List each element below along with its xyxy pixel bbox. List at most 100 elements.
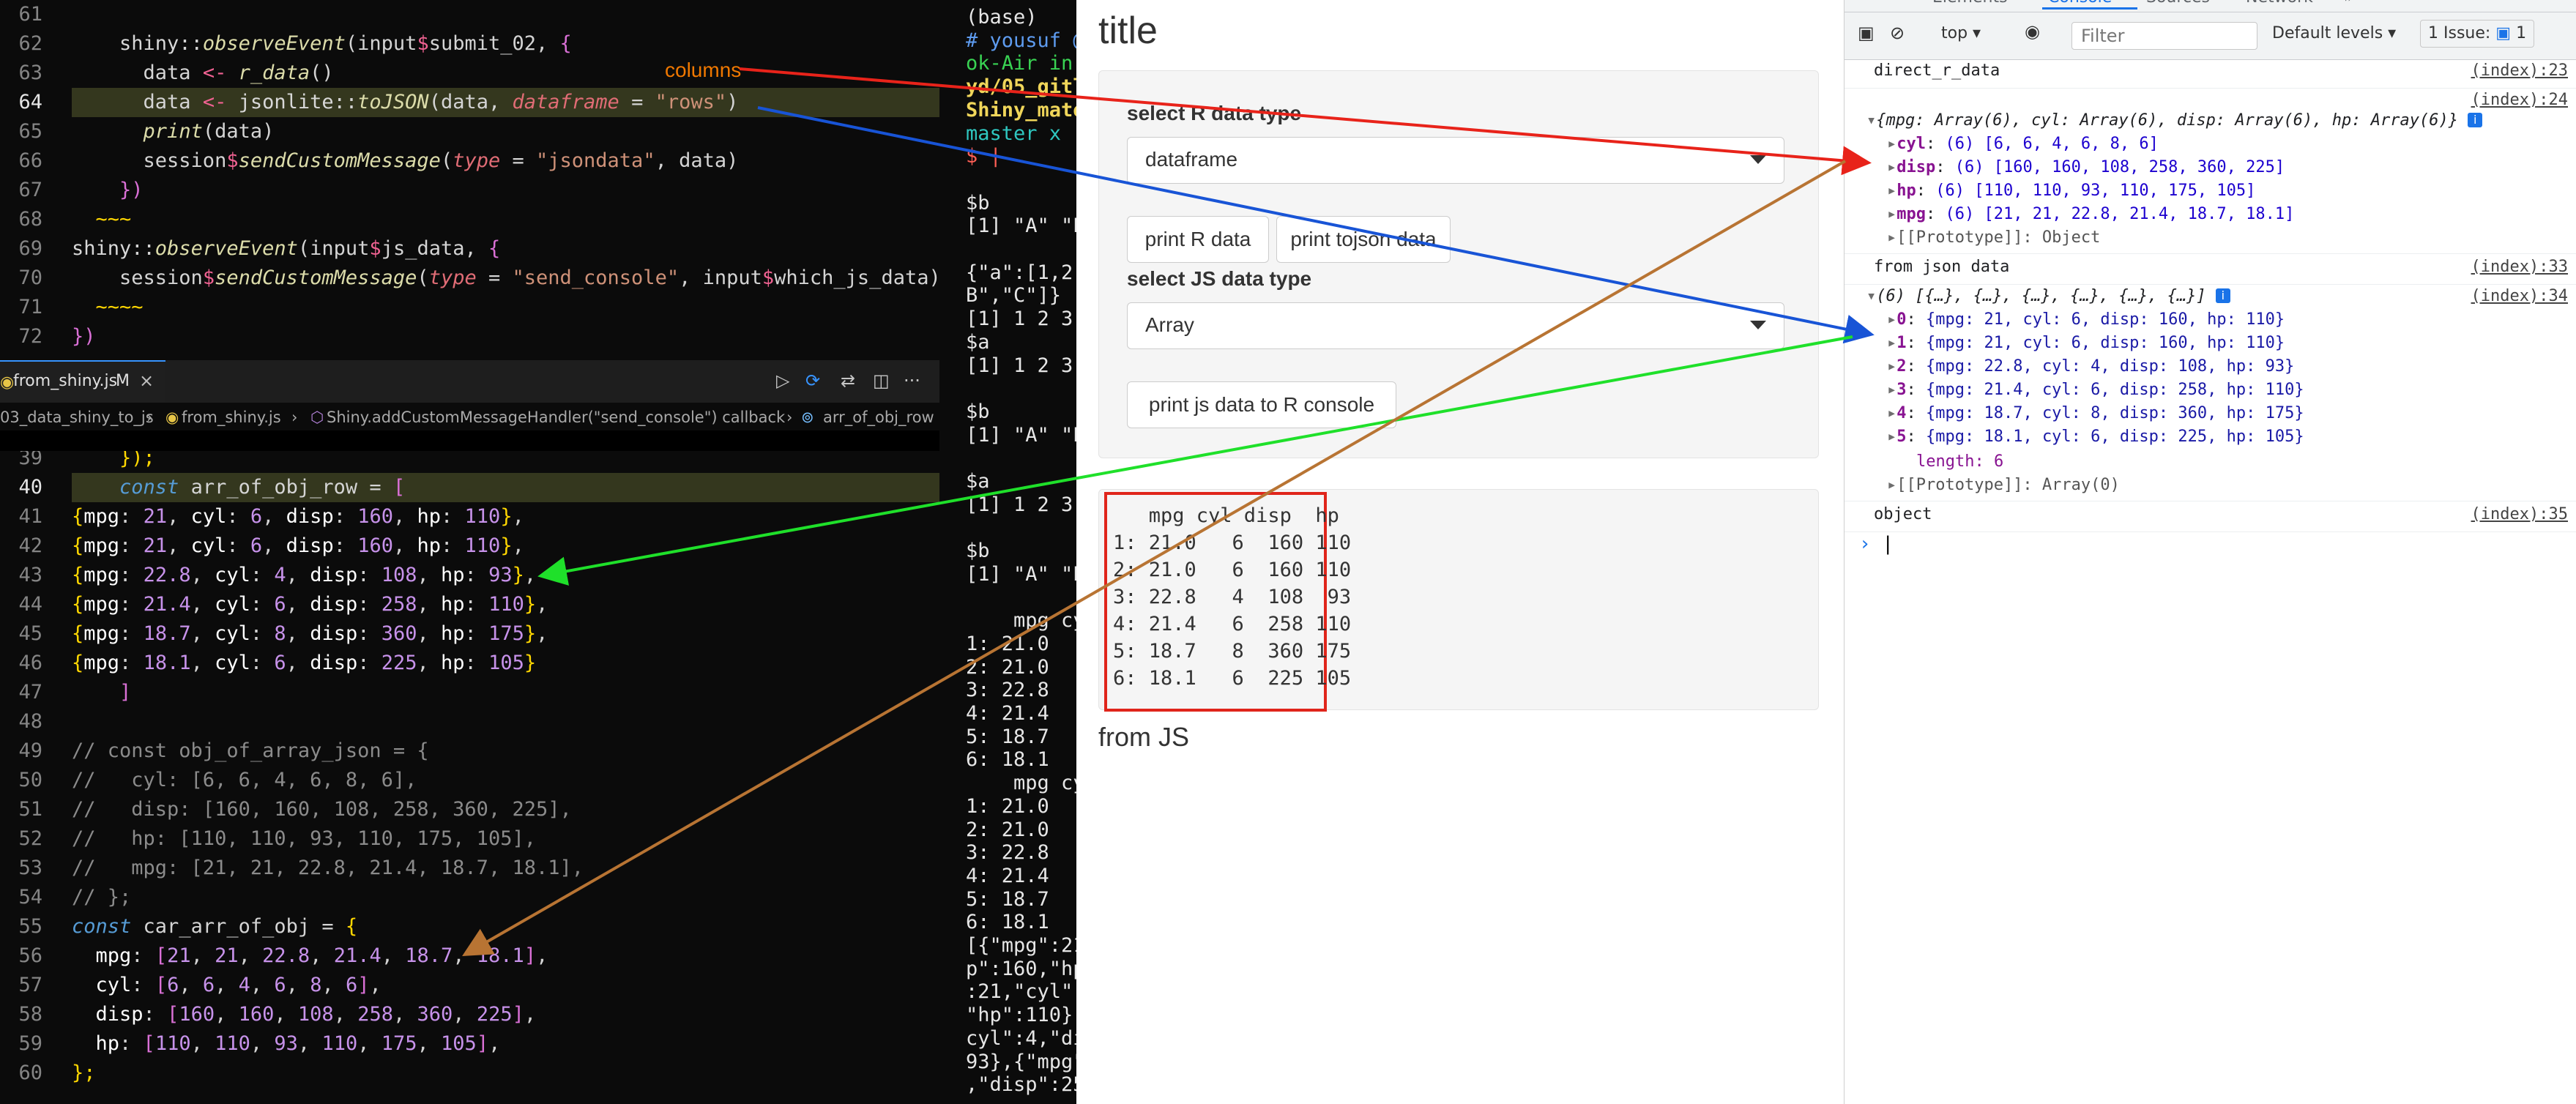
code-line[interactable]: 67 }) <box>0 176 939 205</box>
tab-more[interactable]: » <box>2344 0 2353 7</box>
eye-icon[interactable]: ◉ <box>2025 21 2040 42</box>
divider <box>1844 88 2576 89</box>
source-link[interactable]: (index):23 <box>2471 61 2568 80</box>
code-line[interactable]: 59 hp: [110, 110, 93, 110, 175, 105], <box>0 1029 939 1059</box>
source-link[interactable]: (index):24 <box>2471 91 2568 109</box>
code-line[interactable]: 41 {mpg: 21, cyl: 6, disp: 160, hp: 110}, <box>0 502 939 532</box>
code-line[interactable]: 47 ] <box>0 678 939 707</box>
tab-console[interactable]: Console <box>2048 0 2112 7</box>
editor-top[interactable]: 61 62 shiny::observeEvent(input$submit_02… <box>0 0 939 360</box>
editor-bottom[interactable]: 39 }); 40 const arr_of_obj_row = [41 {mpg:… <box>0 451 939 1104</box>
r-type-select[interactable]: dataframe <box>1127 137 1784 184</box>
compare-icon[interactable]: ⇄ <box>841 370 855 391</box>
property-row[interactable]: ▸hp: (6) [110, 110, 93, 110, 175, 105] <box>1887 182 2576 200</box>
code-text: {mpg: 21, cyl: 6, disp: 160, hp: 110}, <box>72 505 524 528</box>
clear-console-icon[interactable]: ⊘ <box>1890 23 1905 43</box>
sidebar-toggle-icon[interactable]: ▣ <box>1858 23 1875 43</box>
array-item-row[interactable]: ▸4: {mpg: 18.7, cyl: 8, disp: 360, hp: 1… <box>1887 404 2576 422</box>
print-js-data-button[interactable]: print js data to R console <box>1127 381 1396 428</box>
code-text: }) <box>72 325 96 348</box>
code-text: {mpg: 21, cyl: 6, disp: 160, hp: 110}, <box>72 534 524 557</box>
code-line[interactable]: 46 {mpg: 18.1, cyl: 6, disp: 225, hp: 105… <box>0 649 939 678</box>
property-row[interactable]: ▸cyl: (6) [6, 6, 4, 6, 8, 6] <box>1887 135 2576 153</box>
code-text: disp: [160, 160, 108, 258, 360, 225], <box>95 1003 537 1026</box>
breadcrumb-folder[interactable]: 03_data_shiny_to_js <box>0 409 154 426</box>
page-title: title <box>1098 10 1158 52</box>
code-line[interactable]: 60}; <box>0 1059 939 1088</box>
terminal[interactable]: (base) # yousuf @ ok-Air in yd/05_gitl Shiny… <box>939 0 1076 1104</box>
js-type-select[interactable]: Array <box>1127 302 1784 349</box>
array-item-row[interactable]: ▸1: {mpg: 21, cyl: 6, disp: 160, hp: 110… <box>1887 334 2576 352</box>
chevron-right-icon: › <box>291 409 298 426</box>
code-line[interactable]: 50 // cyl: [6, 6, 4, 6, 8, 6], <box>0 766 939 795</box>
code-line[interactable]: 54 // }; <box>0 883 939 912</box>
js-type-label: select JS data type <box>1127 267 1312 290</box>
code-line[interactable]: 71 ~~~~ <box>0 293 939 322</box>
array-item-row[interactable]: ▸0: {mpg: 21, cyl: 6, disp: 160, hp: 110… <box>1887 310 2576 329</box>
array-summary[interactable]: ▾(6) [{…}, {…}, {…}, {…}, {…}, {…}] i <box>1866 287 2576 305</box>
code-line[interactable]: 69 shiny::observeEvent(input$js_data, { <box>0 234 939 264</box>
source-link[interactable]: (index):33 <box>2471 258 2568 276</box>
code-line[interactable]: 70 session$sendCustomMessage(type = "sen… <box>0 264 939 293</box>
code-line[interactable]: 49 // const obj_of_array_json = { <box>0 736 939 766</box>
code-line[interactable]: 61 <box>0 0 939 29</box>
code-text: const arr_of_obj_row = [ <box>119 476 406 499</box>
code-line[interactable]: 40 const arr_of_obj_row = [ <box>18 473 939 502</box>
code-line[interactable]: 39 }); <box>0 451 939 473</box>
code-line[interactable]: 64 data <- jsonlite::toJSON(data, datafr… <box>18 88 939 117</box>
code-line[interactable]: 53 // mpg: [21, 21, 22.8, 21.4, 18.7, 18.… <box>0 854 939 883</box>
print-tojson-button[interactable]: print tojson data <box>1276 216 1451 263</box>
line-number: 40 <box>18 476 42 499</box>
breadcrumb-callback[interactable]: Shiny.addCustomMessageHandler("send_cons… <box>327 409 785 426</box>
run-icon[interactable]: ▷ <box>776 370 789 391</box>
close-icon[interactable]: × <box>139 370 154 391</box>
terminal-line: $a <box>966 330 990 354</box>
code-line[interactable]: 57 cyl: [6, 6, 4, 6, 8, 6], <box>0 971 939 1000</box>
code-line[interactable]: 44 {mpg: 21.4, cyl: 6, disp: 258, hp: 110… <box>0 590 939 619</box>
source-link[interactable]: (index):35 <box>2471 505 2568 523</box>
tab-sources[interactable]: Sources <box>2146 0 2210 7</box>
context-select[interactable]: top ▾ <box>1941 24 1981 42</box>
code-line[interactable]: 68 ~~~ <box>0 205 939 234</box>
code-line[interactable]: 72}) <box>0 322 939 351</box>
code-line[interactable]: 45 {mpg: 18.7, cyl: 8, disp: 360, hp: 175… <box>0 619 939 649</box>
code-line[interactable]: 62 shiny::observeEvent(input$submit_02, … <box>0 29 939 59</box>
code-line[interactable]: 48 <box>0 707 939 736</box>
console-prompt[interactable]: › | <box>1859 533 2576 555</box>
code-line[interactable]: 58 disp: [160, 160, 108, 258, 360, 225], <box>0 1000 939 1029</box>
tab-from-shiny-js[interactable]: ◉ from_shiny.js M × <box>0 360 165 404</box>
line-number: 69 <box>18 237 42 260</box>
prototype-row[interactable]: ▸[[Prototype]]: Array(0) <box>1887 476 2576 494</box>
code-text: hp: [110, 110, 93, 110, 175, 105], <box>95 1032 501 1055</box>
code-line[interactable]: 63 data <- r_data() <box>0 59 939 88</box>
print-r-data-button[interactable]: print R data <box>1127 216 1269 263</box>
breadcrumb-symbol[interactable]: arr_of_obj_row <box>823 409 934 426</box>
code-line[interactable]: 55 const car_arr_of_obj = { <box>0 912 939 941</box>
code-line[interactable]: 51 // disp: [160, 160, 108, 258, 360, 225… <box>0 795 939 824</box>
issues-button[interactable]: 1 Issue: ▣ 1 <box>2420 20 2535 48</box>
tab-network[interactable]: Network <box>2246 0 2313 7</box>
breadcrumb-file[interactable]: from_shiny.js <box>182 409 281 426</box>
code-line[interactable]: 66 session$sendCustomMessage(type = "jso… <box>0 146 939 176</box>
property-row[interactable]: ▸mpg: (6) [21, 21, 22.8, 21.4, 18.7, 18.… <box>1887 205 2576 223</box>
terminal-line: 3: 22.8 <box>966 679 1049 702</box>
code-line[interactable]: 43 {mpg: 22.8, cyl: 4, disp: 108, hp: 93}… <box>0 561 939 590</box>
line-number: 64 <box>18 91 42 113</box>
levels-select[interactable]: Default levels ▾ <box>2272 24 2396 42</box>
array-item-row[interactable]: ▸5: {mpg: 18.1, cyl: 6, disp: 225, hp: 1… <box>1887 428 2576 446</box>
code-line[interactable]: 65 print(data) <box>0 117 939 146</box>
sync-icon[interactable]: ⟳ <box>805 370 820 391</box>
array-item-row[interactable]: ▸2: {mpg: 22.8, cyl: 4, disp: 108, hp: 9… <box>1887 357 2576 376</box>
more-icon[interactable]: ··· <box>904 370 920 391</box>
split-editor-icon[interactable]: ◫ <box>873 370 890 391</box>
prototype-row[interactable]: ▸[[Prototype]]: Object <box>1887 228 2576 247</box>
code-line[interactable]: 56 mpg: [21, 21, 22.8, 21.4, 18.7, 18.1]… <box>0 941 939 971</box>
line-number: 59 <box>18 1032 42 1055</box>
property-row[interactable]: ▸disp: (6) [160, 160, 108, 258, 360, 225… <box>1887 158 2576 176</box>
array-item-row[interactable]: ▸3: {mpg: 21.4, cyl: 6, disp: 258, hp: 1… <box>1887 381 2576 399</box>
tab-elements[interactable]: Elements <box>1932 0 2008 7</box>
code-line[interactable]: 42 {mpg: 21, cyl: 6, disp: 160, hp: 110}, <box>0 532 939 561</box>
object-summary[interactable]: ▾{mpg: Array(6), cyl: Array(6), disp: Ar… <box>1866 111 2576 130</box>
filter-input[interactable]: Filter <box>2071 22 2257 50</box>
code-line[interactable]: 52 // hp: [110, 110, 93, 110, 175, 105], <box>0 824 939 854</box>
